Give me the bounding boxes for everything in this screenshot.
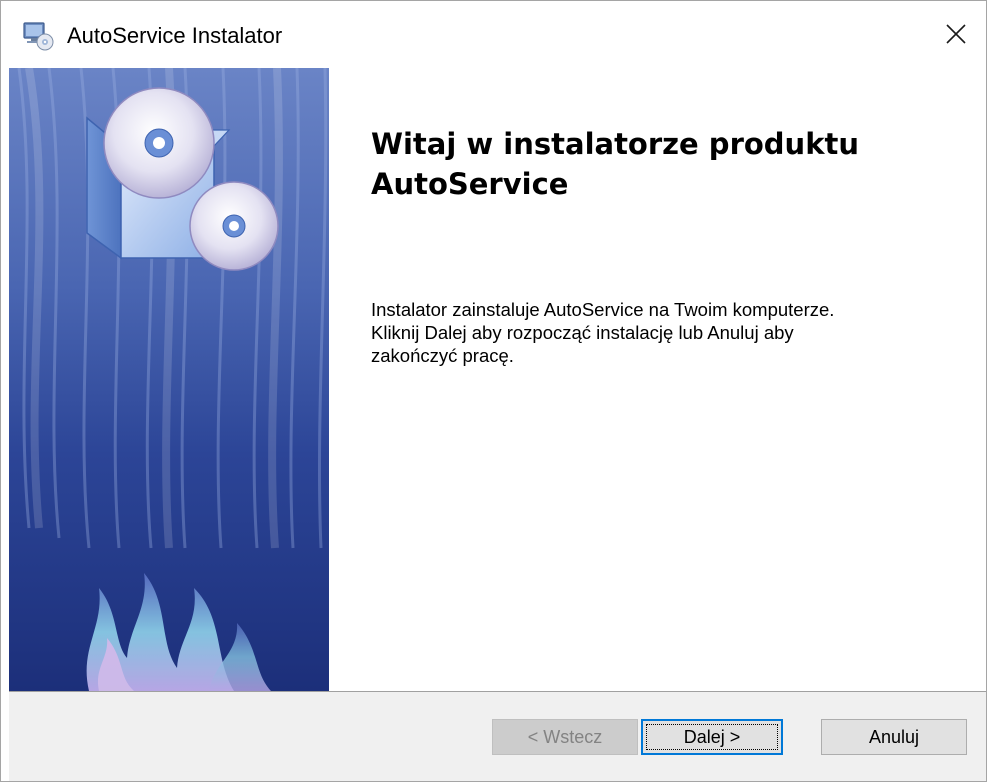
description-line: zakończyć pracę. bbox=[371, 345, 514, 366]
installer-banner-image bbox=[9, 68, 329, 691]
window-title: AutoService Instalator bbox=[67, 23, 283, 48]
cancel-button-label: Anuluj bbox=[868, 726, 920, 747]
description-line: Instalator zainstaluje AutoService na Tw… bbox=[371, 299, 835, 320]
title-bar[interactable]: AutoService Instalator bbox=[1, 1, 986, 67]
next-button[interactable]: Dalej > bbox=[641, 719, 783, 755]
welcome-heading: Witaj w instalatorze produktu AutoServic… bbox=[371, 127, 859, 201]
welcome-description: Instalator zainstaluje AutoService na Tw… bbox=[371, 298, 971, 367]
focus-rectangle bbox=[646, 724, 778, 750]
cancel-button[interactable]: Anuluj bbox=[821, 719, 967, 755]
welcome-content: Witaj w instalatorze produktu AutoServic… bbox=[329, 68, 986, 691]
back-button[interactable]: < Wstecz bbox=[492, 719, 638, 755]
close-button[interactable] bbox=[930, 1, 986, 67]
installer-window: AutoService Instalator Witaj w instalato… bbox=[0, 0, 987, 782]
button-bar: < Wstecz Dalej > Anuluj bbox=[9, 692, 986, 781]
back-button-label: < Wstecz bbox=[527, 726, 603, 747]
installer-computer-cd-icon bbox=[23, 21, 55, 51]
close-icon bbox=[946, 24, 966, 44]
description-line: Kliknij Dalej aby rozpocząć instalację l… bbox=[371, 322, 794, 343]
